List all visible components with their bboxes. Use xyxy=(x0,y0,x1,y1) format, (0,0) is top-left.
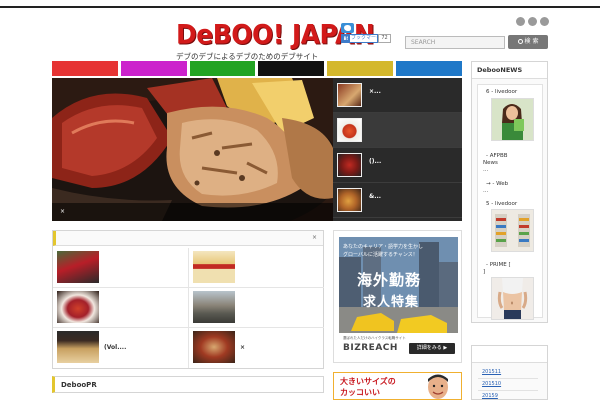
archive-link[interactable]: 20159 xyxy=(482,393,498,399)
featured-thumb xyxy=(337,188,362,212)
news-source[interactable]: 6 - livedoor xyxy=(486,89,517,96)
news-woman-image xyxy=(492,99,533,140)
ad2-person-image xyxy=(428,374,448,399)
article-thumb xyxy=(57,251,99,283)
article-title: × xyxy=(240,344,246,351)
featured-item-title: ×... xyxy=(369,88,381,95)
article-title: (Vol.... xyxy=(104,344,127,351)
ad2-line-1: 大きいサイズの xyxy=(340,377,396,386)
news-list: 6 - livedoor - AFPBB News ... → - Web ..… xyxy=(477,84,543,320)
ad-headline-2: 求人特集 xyxy=(363,295,420,310)
featured-item-title: &... xyxy=(369,193,382,200)
steak-photo xyxy=(52,78,333,221)
category-tab-6[interactable] xyxy=(396,61,462,76)
news-source[interactable]: - PRIME [ xyxy=(486,262,511,269)
featured-thumb xyxy=(337,153,362,177)
panel-header: × xyxy=(53,231,323,246)
news-body-image xyxy=(492,278,533,319)
article-card[interactable] xyxy=(189,248,324,288)
category-nav xyxy=(52,61,462,76)
category-tab-3[interactable] xyxy=(189,61,256,76)
news-thumb[interactable] xyxy=(491,277,534,320)
category-tab-4[interactable] xyxy=(258,61,325,76)
news-source[interactable]: - AFPBB xyxy=(486,153,508,160)
category-tab-2[interactable] xyxy=(120,61,187,76)
pr-section-header: DebooPR xyxy=(52,376,324,393)
article-thumb xyxy=(193,251,235,283)
ad-banner[interactable]: あなたのキャリア・語学力を生かし グローバルに活躍するチャンス！ 海外勤務 求人… xyxy=(333,230,462,363)
search-button-label: 検 索 xyxy=(524,38,539,45)
news-dots: ... xyxy=(483,188,489,194)
news-thumb[interactable] xyxy=(491,209,534,252)
article-thumb xyxy=(57,331,99,363)
panel-close-icon[interactable]: × xyxy=(312,234,317,241)
archive-widget: 201511 201510 20159 xyxy=(471,345,548,400)
ad-line-1: あなたのキャリア・語学力を生かし xyxy=(343,244,424,250)
featured-item-title: ()... xyxy=(369,158,382,165)
news-extra: ] xyxy=(483,269,486,275)
news-thumb[interactable] xyxy=(491,98,534,141)
featured-list: ×... ()... &... xyxy=(333,78,462,221)
pr-title: DebooPR xyxy=(61,381,97,389)
archive-header xyxy=(472,346,547,363)
featured-hero-image[interactable]: × xyxy=(52,78,333,221)
news-dots: ... xyxy=(483,167,489,173)
article-card[interactable] xyxy=(189,288,324,328)
twitter-icon[interactable] xyxy=(528,17,537,26)
archive-link[interactable]: 201511 xyxy=(482,369,501,375)
archive-divider xyxy=(478,378,538,379)
search-icon xyxy=(517,38,523,44)
news-store-image xyxy=(492,210,533,251)
bizreach-ad[interactable]: あなたのキャリア・語学力を生かし グローバルに活躍するチャンス！ 海外勤務 求人… xyxy=(339,237,458,359)
article-panel: × (Vol.... × xyxy=(52,230,324,369)
top-border xyxy=(0,0,600,8)
featured-thumb xyxy=(337,118,362,142)
twitter-share-icon[interactable] xyxy=(341,23,354,33)
news-title: DebooNEWS xyxy=(472,62,547,79)
rss-icon[interactable] xyxy=(516,17,525,26)
site-logo[interactable]: DeBOO! JAPAN デブのデブによるデブのためのデブサイト xyxy=(176,19,375,61)
search-button[interactable]: 検 索 xyxy=(508,35,548,49)
featured-item[interactable]: ×... xyxy=(333,78,462,113)
featured-item[interactable] xyxy=(333,113,462,148)
news-widget: DebooNEWS 6 - livedoor - AFPBB News ... … xyxy=(471,61,548,323)
ad-headline-1: 海外勤務 xyxy=(357,271,422,289)
article-thumb xyxy=(57,291,99,323)
featured-thumb xyxy=(337,83,362,107)
ad-line-2: グローバルに活躍するチャンス！ xyxy=(343,252,418,258)
ad-brand: BIZREACH xyxy=(343,343,398,353)
featured-item[interactable]: &... xyxy=(333,183,462,218)
hatebu-count: 72 xyxy=(378,34,391,43)
news-source[interactable]: 5 - livedoor xyxy=(486,201,517,208)
article-card[interactable] xyxy=(53,288,188,328)
article-thumb xyxy=(193,291,235,323)
article-card[interactable]: (Vol.... xyxy=(53,328,188,368)
article-thumb xyxy=(193,331,235,363)
hatebu-button[interactable]: ブックマーク xyxy=(341,34,381,43)
ad-banner-2[interactable]: 大きいサイズの カッコいい xyxy=(333,372,462,400)
search-input[interactable]: SEARCH xyxy=(405,36,505,49)
ad-brand-sub: 選ばれた人だけのハイクラス転職サイト xyxy=(343,336,406,340)
featured-item[interactable]: ()... xyxy=(333,148,462,183)
hero-caption: × xyxy=(52,203,333,221)
article-grid: (Vol.... × xyxy=(53,248,324,368)
ad2-line-2: カッコいい xyxy=(340,388,380,397)
facebook-icon[interactable] xyxy=(540,17,549,26)
article-card[interactable] xyxy=(53,248,188,288)
news-source[interactable]: → - Web xyxy=(486,181,508,188)
archive-divider xyxy=(478,390,538,391)
category-tab-1[interactable] xyxy=(52,61,118,76)
news-extra: News xyxy=(483,160,498,166)
article-card[interactable]: × xyxy=(189,328,324,368)
archive-link[interactable]: 201510 xyxy=(482,381,501,387)
category-tab-5[interactable] xyxy=(327,61,394,76)
ad-cta-button[interactable]: 詳細をみる ▶ xyxy=(409,343,455,354)
